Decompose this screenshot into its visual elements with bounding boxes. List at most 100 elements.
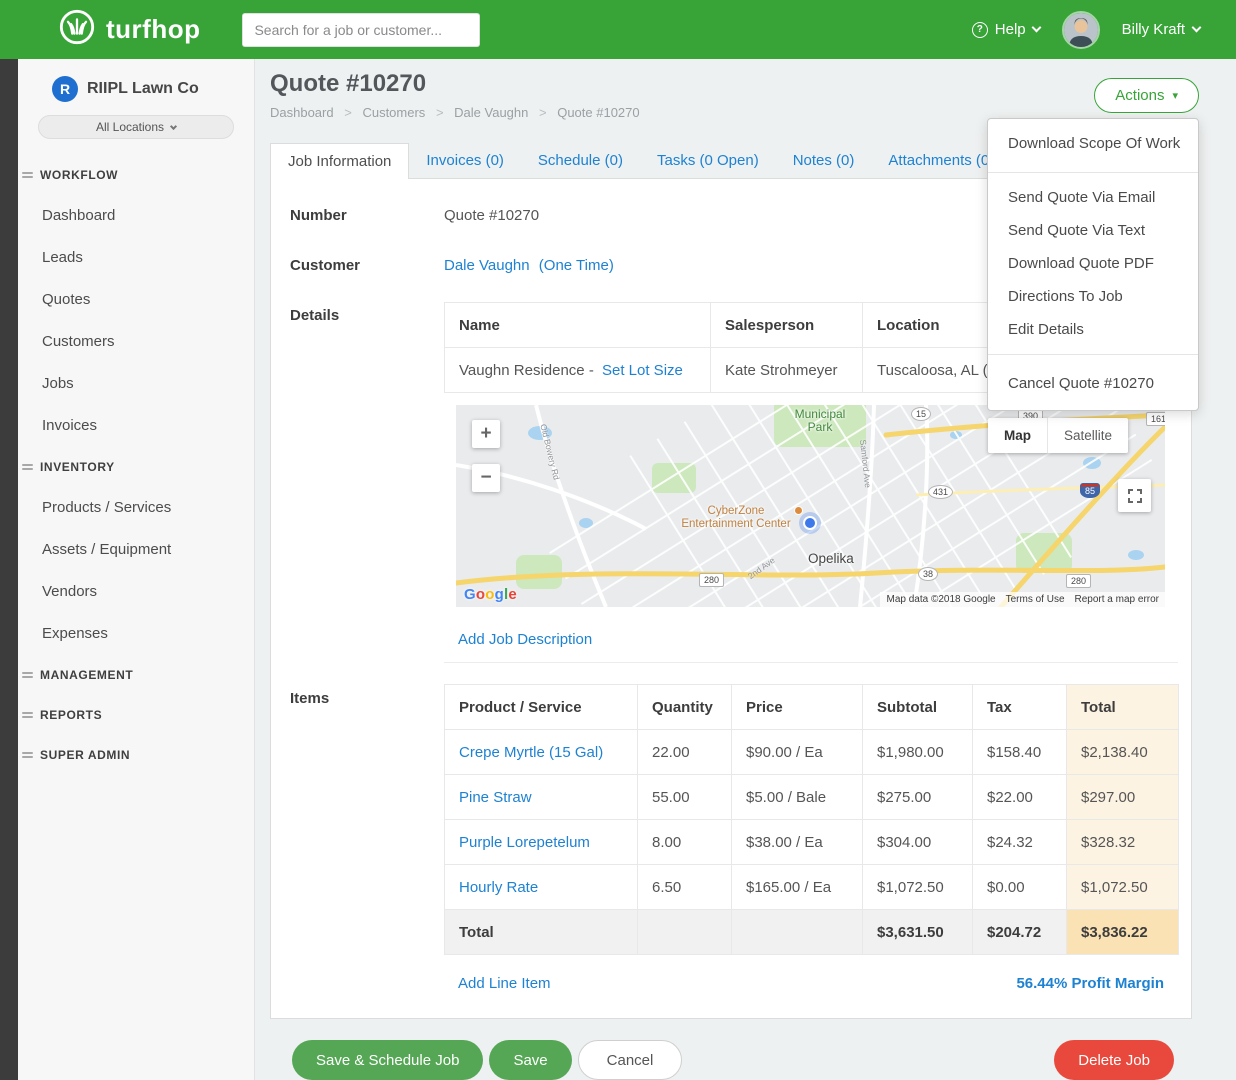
user-name: Billy Kraft [1122,21,1185,38]
delete-job-button[interactable]: Delete Job [1054,1040,1174,1080]
tab-notes[interactable]: Notes (0) [776,143,872,178]
sidebar-item-expenses[interactable]: Expenses [18,613,254,655]
sidebar-item-leads[interactable]: Leads [18,237,254,279]
product-link[interactable]: Purple Lorepetelum [459,834,590,851]
items-header-subtotal: Subtotal [863,685,973,730]
fullscreen-button[interactable] [1118,479,1151,512]
sidebar-item-jobs[interactable]: Jobs [18,363,254,405]
terms-of-use-link[interactable]: Terms of Use [1006,594,1065,605]
subtotal-cell: $1,980.00 [863,730,973,775]
menu-item-download-scope-of-work[interactable]: Download Scope Of Work [988,121,1198,164]
salesperson-cell: Kate Strohmeyer [711,348,863,393]
help-menu[interactable]: ? Help [972,21,1040,38]
breadcrumb-customer-name[interactable]: Dale Vaughn [454,105,528,120]
tax-cell: $22.00 [973,775,1067,820]
sidebar-item-quotes[interactable]: Quotes [18,279,254,321]
customer-name-link[interactable]: Dale Vaughn [444,257,530,274]
zoom-out-button[interactable]: − [472,464,500,492]
fullscreen-icon [1128,489,1142,503]
product-link[interactable]: Crepe Myrtle (15 Gal) [459,744,603,761]
customer-value: Dale Vaughn (One Time) [444,257,614,274]
municipal-park-label: Municipal Park [774,408,866,434]
company-name: RIIPL Lawn Co [87,80,199,98]
route-shield: 161 [1146,412,1165,426]
route-shield: 280 [699,573,724,587]
locations-selector[interactable]: All Locations [38,115,234,139]
zoom-in-button[interactable]: + [472,420,500,448]
avatar[interactable] [1062,11,1100,49]
brand-name: turfhop [106,14,200,45]
item-row: Hourly Rate 6.50 $165.00 / Ea $1,072.50 … [445,865,1179,910]
section-reports[interactable]: REPORTS [18,695,254,735]
user-menu[interactable]: Billy Kraft [1122,21,1200,38]
items-header-tax: Tax [973,685,1067,730]
map-type-map-button[interactable]: Map [988,418,1047,453]
menu-item-send-quote-via-text[interactable]: Send Quote Via Text [988,214,1198,247]
main-content: Quote #10270 Dashboard > Customers > Dal… [255,59,1236,1080]
product-link[interactable]: Hourly Rate [459,879,538,896]
total-subtotal: $3,631.50 [863,910,973,955]
items-header-total: Total [1067,685,1179,730]
tab-invoices[interactable]: Invoices (0) [409,143,521,178]
brand-logo[interactable]: turfhop [58,8,200,51]
map-data-text: Map data ©2018 Google [886,594,995,605]
item-row: Purple Lorepetelum 8.00 $38.00 / Ea $304… [445,820,1179,865]
interstate-shield: 85 [1080,483,1100,498]
product-link[interactable]: Pine Straw [459,789,532,806]
add-line-item-link[interactable]: Add Line Item [458,975,551,992]
sidebar-item-dashboard[interactable]: Dashboard [18,195,254,237]
report-map-error-link[interactable]: Report a map error [1075,594,1159,605]
menu-item-download-quote-pdf[interactable]: Download Quote PDF [988,247,1198,280]
chevron-down-icon [1031,23,1041,33]
items-label: Items [290,690,329,707]
items-header-product: Product / Service [445,685,638,730]
add-job-description-link[interactable]: Add Job Description [458,631,592,648]
customer-label: Customer [290,257,360,274]
map[interactable]: Municipal Park CyberZone Entertainment C… [456,405,1165,607]
breadcrumb-customers[interactable]: Customers [362,105,425,120]
section-label: REPORTS [40,708,102,722]
menu-item-edit-details[interactable]: Edit Details [988,313,1198,346]
tab-tasks[interactable]: Tasks (0 Open) [640,143,776,178]
profit-margin: 56.44% Profit Margin [1016,975,1164,992]
tab-schedule[interactable]: Schedule (0) [521,143,640,178]
menu-item-directions-to-job[interactable]: Directions To Job [988,280,1198,313]
tab-bar: Job Information Invoices (0) Schedule (0… [270,143,1011,179]
tax-cell: $24.32 [973,820,1067,865]
menu-item-send-quote-via-email[interactable]: Send Quote Via Email [988,181,1198,214]
add-line-item-row: Add Line Item 56.44% Profit Margin [444,960,1178,1006]
map-type-control: Map Satellite [988,418,1128,453]
total-tax: $204.72 [973,910,1067,955]
sidebar-item-assets-equipment[interactable]: Assets / Equipment [18,529,254,571]
topbar: turfhop ? Help Billy Kraft [0,0,1236,59]
sidebar-item-invoices[interactable]: Invoices [18,405,254,447]
section-inventory[interactable]: INVENTORY [18,447,254,487]
company-header: R RIIPL Lawn Co [52,76,254,102]
map-type-satellite-button[interactable]: Satellite [1047,418,1128,453]
section-workflow[interactable]: WORKFLOW [18,155,254,195]
cancel-button[interactable]: Cancel [578,1040,683,1080]
breadcrumb-dashboard[interactable]: Dashboard [270,105,334,120]
subtotal-cell: $1,072.50 [863,865,973,910]
route-shield: 15 [911,407,931,421]
tab-job-information[interactable]: Job Information [270,143,409,179]
set-lot-size-link[interactable]: Set Lot Size [602,362,683,379]
tax-cell: $158.40 [973,730,1067,775]
menu-item-cancel-quote[interactable]: Cancel Quote #10270 [988,363,1198,408]
details-label: Details [290,307,339,324]
section-management[interactable]: MANAGEMENT [18,655,254,695]
section-label: INVENTORY [40,460,115,474]
save-button[interactable]: Save [489,1040,571,1080]
google-logo: Google [464,586,517,603]
sidebar-item-customers[interactable]: Customers [18,321,254,363]
section-collapse-icon [22,712,33,718]
section-super-admin[interactable]: SUPER ADMIN [18,735,254,775]
search-input[interactable] [242,13,480,47]
sidebar-item-products-services[interactable]: Products / Services [18,487,254,529]
sidebar-item-vendors[interactable]: Vendors [18,571,254,613]
save-and-schedule-button[interactable]: Save & Schedule Job [292,1040,483,1080]
customer-type-link[interactable]: (One Time) [539,257,614,274]
price-cell: $38.00 / Ea [732,820,863,865]
actions-button[interactable]: Actions ▾ [1094,78,1199,113]
items-header-price: Price [732,685,863,730]
